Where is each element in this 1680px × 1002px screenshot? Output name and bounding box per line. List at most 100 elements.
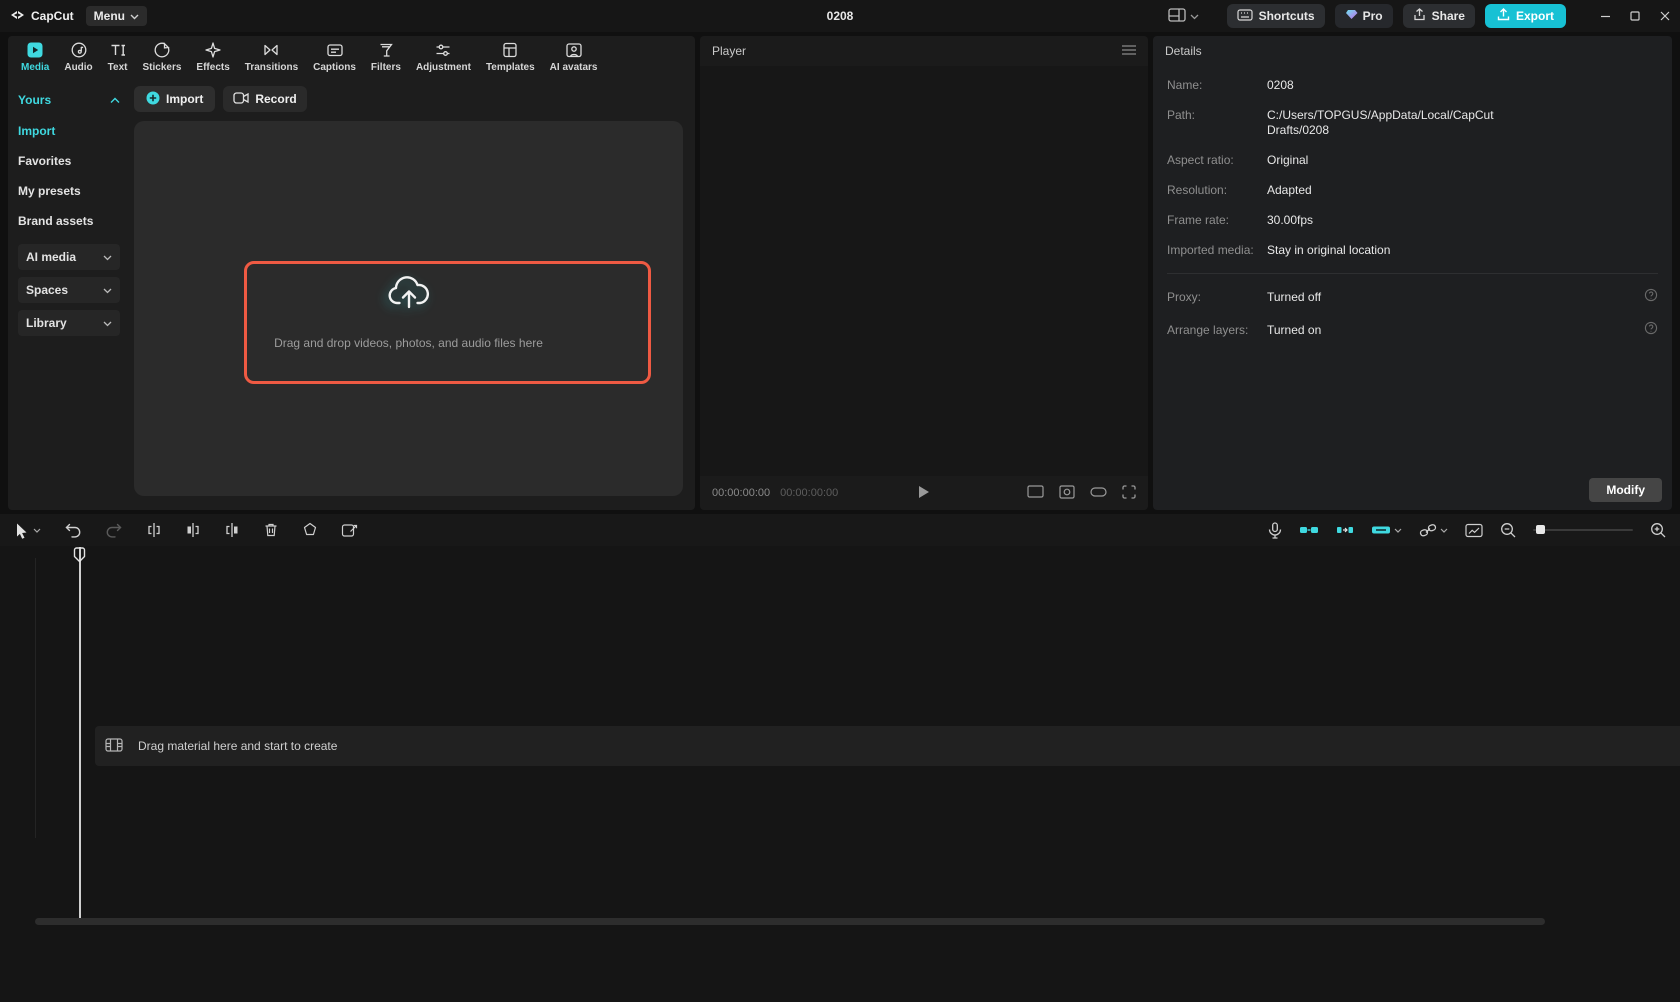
tab-stickers[interactable]: Stickers <box>136 38 189 76</box>
sidebar-section-yours[interactable]: Yours <box>18 88 120 112</box>
layout-icon <box>1167 7 1186 25</box>
redo-icon[interactable] <box>105 522 123 539</box>
plus-circle-icon <box>146 91 160 108</box>
fullscreen-icon[interactable] <box>1122 484 1136 502</box>
linking-icon[interactable] <box>1419 523 1448 538</box>
detail-value: Turned off <box>1267 289 1322 304</box>
timeline-scrollbar[interactable] <box>35 918 1545 925</box>
export-button[interactable]: Export <box>1484 4 1566 28</box>
modify-button[interactable]: Modify <box>1589 478 1662 502</box>
maximize-button[interactable] <box>1620 0 1650 32</box>
play-button[interactable] <box>918 485 930 502</box>
player-menu-icon[interactable] <box>1122 44 1136 58</box>
minimize-button[interactable] <box>1590 0 1620 32</box>
gem-icon <box>1345 9 1358 23</box>
split-icon[interactable] <box>146 522 162 538</box>
menu-button[interactable]: Menu <box>85 6 148 26</box>
detail-value: Stay in original location <box>1267 243 1391 257</box>
tab-adjustment[interactable]: Adjustment <box>409 38 478 76</box>
zoom-in-icon[interactable] <box>1650 522 1666 538</box>
detail-row-aspect-ratio: Aspect ratio: Original <box>1167 153 1658 168</box>
tab-label: Captions <box>313 62 356 73</box>
dropzone-text: Drag and drop videos, photos, and audio … <box>274 336 543 350</box>
media-dropzone[interactable]: Drag and drop videos, photos, and audio … <box>134 121 683 496</box>
detail-row-proxy: Proxy: Turned off <box>1167 288 1658 305</box>
mask-icon[interactable] <box>302 522 318 538</box>
sidebar-item-my-presets[interactable]: My presets <box>18 176 120 206</box>
zoom-out-icon[interactable] <box>1500 522 1516 538</box>
tab-captions[interactable]: Captions <box>306 38 363 76</box>
detail-value: Original <box>1267 153 1309 167</box>
detail-label: Resolution: <box>1167 183 1228 197</box>
zoom-slider-knob[interactable] <box>1536 525 1545 534</box>
player-viewport[interactable] <box>700 66 1148 476</box>
detail-label: Name: <box>1167 78 1203 92</box>
tab-label: Effects <box>196 62 230 73</box>
track-mode-icon[interactable] <box>1371 523 1402 537</box>
share-button[interactable]: Share <box>1402 4 1475 28</box>
sidebar-item-import[interactable]: Import <box>18 116 120 146</box>
sidebar-group-label: AI media <box>26 250 77 264</box>
tab-transitions[interactable]: Transitions <box>238 38 305 76</box>
help-icon[interactable] <box>1644 321 1658 338</box>
ratio-icon[interactable] <box>1027 485 1044 501</box>
timeline-zoom-slider[interactable] <box>1533 525 1633 534</box>
timecode-total: 00:00:00:00 <box>780 487 839 499</box>
pill-view-icon[interactable] <box>1090 486 1107 501</box>
split-keep-right-icon[interactable] <box>224 522 240 538</box>
import-button[interactable]: Import <box>134 86 216 112</box>
crop-icon[interactable] <box>341 522 358 538</box>
record-voiceover-icon[interactable] <box>1268 521 1282 539</box>
capcut-logo-icon <box>10 8 25 25</box>
tab-ai-avatars[interactable]: AI avatars <box>543 38 605 76</box>
empty-track-placeholder[interactable]: Drag material here and start to create <box>95 726 1680 766</box>
playhead-line[interactable] <box>79 547 81 919</box>
pro-badge[interactable]: Pro <box>1334 4 1393 28</box>
tab-audio[interactable]: Audio <box>57 38 99 76</box>
capcut-app: CapCut Menu 0208 Shortcuts Pro Share Exp… <box>0 0 1680 1002</box>
detail-label: Imported media: <box>1167 243 1254 257</box>
layout-switcher[interactable] <box>1167 7 1199 25</box>
chevron-up-icon <box>110 93 120 107</box>
sidebar-item-label: Brand assets <box>18 214 94 228</box>
split-keep-left-icon[interactable] <box>185 522 201 538</box>
titlebar: CapCut Menu 0208 Shortcuts Pro Share Exp… <box>0 0 1680 32</box>
sidebar-item-favorites[interactable]: Favorites <box>18 146 120 176</box>
undo-icon[interactable] <box>64 522 82 539</box>
detail-label: Arrange layers: <box>1167 322 1249 337</box>
close-button[interactable] <box>1650 0 1680 32</box>
share-icon <box>1413 8 1426 24</box>
sidebar-group-ai-media[interactable]: AI media <box>18 244 120 270</box>
select-tool[interactable] <box>14 522 41 539</box>
playhead-handle[interactable] <box>73 547 86 566</box>
tab-filters[interactable]: Filters <box>364 38 408 76</box>
delete-icon[interactable] <box>263 522 279 538</box>
tab-label: Templates <box>485 62 535 73</box>
chevron-down-icon <box>130 9 139 23</box>
sidebar-item-brand-assets[interactable]: Brand assets <box>18 206 120 236</box>
tab-text[interactable]: Text <box>101 38 135 76</box>
render-preview-icon[interactable] <box>1465 523 1483 538</box>
sidebar-item-label: Import <box>18 124 56 138</box>
sidebar-group-spaces[interactable]: Spaces <box>18 277 120 303</box>
timeline-area[interactable]: Drag material here and start to create <box>0 546 1680 1002</box>
record-button[interactable]: Record <box>223 86 307 112</box>
main-track-magnet-icon[interactable] <box>1299 523 1319 537</box>
chevron-down-icon <box>103 316 112 330</box>
tab-media[interactable]: Media <box>14 38 56 76</box>
menu-label: Menu <box>93 9 126 23</box>
camera-icon <box>233 91 249 107</box>
detail-label: Proxy: <box>1167 289 1202 304</box>
chevron-down-icon <box>103 250 112 264</box>
tab-effects[interactable]: Effects <box>189 38 236 76</box>
help-icon[interactable] <box>1644 288 1658 305</box>
app-logo: CapCut <box>10 8 74 25</box>
player-title: Player <box>712 44 747 58</box>
player-controls: 00:00:00:00 00:00:00:00 <box>700 476 1148 510</box>
tab-templates[interactable]: Templates <box>479 38 542 76</box>
sidebar-group-library[interactable]: Library <box>18 310 120 336</box>
shortcuts-button[interactable]: Shortcuts <box>1226 4 1325 28</box>
auto-remove-gaps-icon[interactable] <box>1336 523 1354 537</box>
fit-view-icon[interactable] <box>1059 484 1075 502</box>
cloud-upload-icon <box>386 273 432 314</box>
